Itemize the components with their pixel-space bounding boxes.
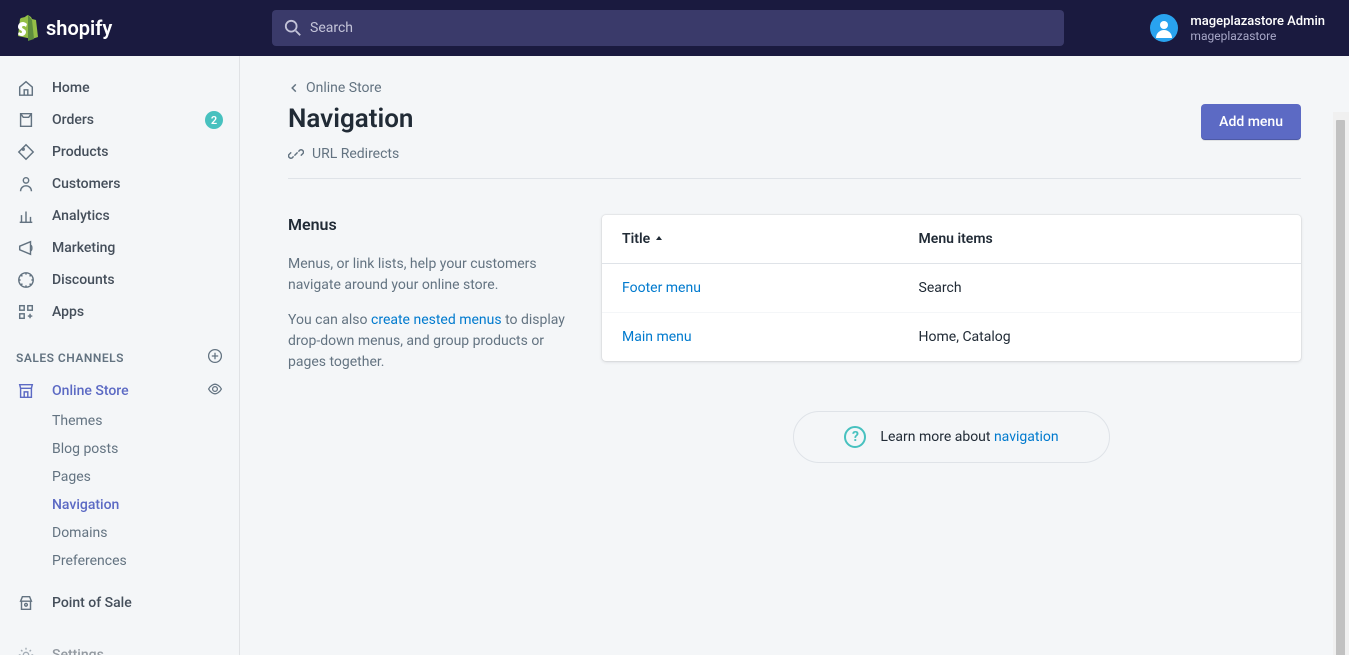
main-content: Online Store Navigation URL Redirects Ad… [240,56,1349,655]
breadcrumb[interactable]: Online Store [288,80,1301,96]
pos-icon [16,593,36,613]
orders-badge: 2 [205,111,223,129]
learn-more-box: ? Learn more about navigation [793,411,1109,463]
add-channel-button[interactable] [207,348,223,367]
topbar: shopify mageplazastore Admin mageplazast… [0,0,1349,56]
menus-p1: Menus, or link lists, help your customer… [288,254,578,296]
customers-icon [16,174,36,194]
analytics-icon [16,206,36,226]
help-icon: ? [844,426,866,448]
nav-apps[interactable]: Apps [0,296,239,328]
nav-label: Analytics [52,208,110,224]
user-menu[interactable]: mageplazastore Admin mageplazastore [1126,14,1349,43]
menus-p2: You can also create nested menus to disp… [288,310,578,373]
table-row: Footer menu Search [602,264,1301,313]
menu-items-cell: Home, Catalog [919,329,1281,345]
th-items: Menu items [919,231,1281,247]
chevron-left-icon [288,82,300,94]
sales-channels-header: SALES CHANNELS [0,328,239,375]
section-label: SALES CHANNELS [16,351,124,365]
apps-icon [16,302,36,322]
nav-label: Online Store [52,383,129,399]
menus-heading: Menus [288,215,578,234]
menu-items-cell: Search [919,280,1281,296]
nav-label: Discounts [52,272,115,288]
nav-settings[interactable]: Settings [0,639,239,655]
nav-discounts[interactable]: Discounts [0,264,239,296]
menu-title-link[interactable]: Footer menu [622,280,701,296]
nav-label: Customers [52,176,120,192]
nav-label: Settings [52,647,104,655]
search-icon [284,19,302,37]
nav-products[interactable]: Products [0,136,239,168]
nav-label: Apps [52,304,84,320]
menus-description: Menus Menus, or link lists, help your cu… [288,215,578,387]
link-icon [288,146,304,162]
sidebar-scrollbar[interactable] [1333,112,1349,655]
sort-asc-icon [654,234,664,244]
table-header: Title Menu items [602,215,1301,264]
divider [288,178,1301,179]
search-box[interactable] [272,10,1064,46]
learn-text: Learn more about navigation [880,429,1058,445]
brand-text: shopify [46,16,112,40]
nav-label: Point of Sale [52,595,132,611]
nav-label: Products [52,144,109,160]
user-name: mageplazastore Admin [1190,14,1325,29]
subnav-domains[interactable]: Domains [0,519,239,547]
subnav-navigation[interactable]: Navigation [0,491,239,519]
nav-marketing[interactable]: Marketing [0,232,239,264]
subnav-themes[interactable]: Themes [0,407,239,435]
table-row: Main menu Home, Catalog [602,313,1301,361]
nav-analytics[interactable]: Analytics [0,200,239,232]
avatar [1150,14,1178,42]
subnav-pages[interactable]: Pages [0,463,239,491]
orders-icon [16,110,36,130]
nav-online-store[interactable]: Online Store [0,375,239,407]
nav-label: Marketing [52,240,115,256]
discounts-icon [16,270,36,290]
nav-label: Home [52,80,90,96]
user-text: mageplazastore Admin mageplazastore [1190,14,1325,43]
learn-navigation-link[interactable]: navigation [994,429,1059,445]
user-store: mageplazastore [1190,29,1325,43]
nav-orders[interactable]: Orders 2 [0,104,239,136]
view-store-icon[interactable] [207,381,223,401]
nav-label: Orders [52,112,94,128]
logo-area[interactable]: shopify [0,15,240,41]
url-redirects-label: URL Redirects [312,146,399,162]
search-area [240,10,1126,46]
sidebar: Home Orders 2 Products Customers Analyti… [0,56,240,655]
url-redirects-link[interactable]: URL Redirects [288,146,413,162]
search-input[interactable] [310,20,1052,36]
nav-home[interactable]: Home [0,72,239,104]
nested-menus-link[interactable]: create nested menus [371,312,502,328]
nav-pos[interactable]: Point of Sale [0,587,239,619]
store-icon [16,381,36,401]
th-title[interactable]: Title [622,231,919,247]
page-title: Navigation [288,104,413,134]
menus-table-card: Title Menu items Footer menu Search Main… [602,215,1301,361]
add-menu-button[interactable]: Add menu [1201,104,1301,140]
marketing-icon [16,238,36,258]
products-icon [16,142,36,162]
subnav-blog-posts[interactable]: Blog posts [0,435,239,463]
home-icon [16,78,36,98]
shopify-logo: shopify [16,15,112,41]
breadcrumb-label: Online Store [306,80,382,96]
subnav-preferences[interactable]: Preferences [0,547,239,575]
menu-title-link[interactable]: Main menu [622,329,692,345]
nav-customers[interactable]: Customers [0,168,239,200]
settings-icon [16,645,36,655]
